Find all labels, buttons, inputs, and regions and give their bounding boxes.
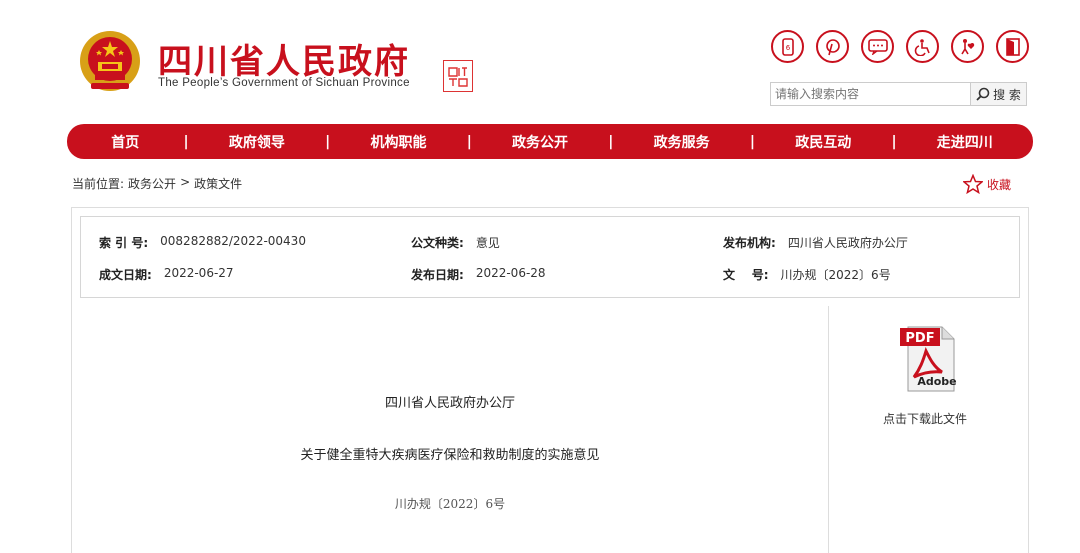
elderly-care-icon[interactable] bbox=[951, 30, 984, 63]
site-header: 四川省人民政府 The People’s Government of Sichu… bbox=[0, 0, 1080, 120]
download-label[interactable]: 点击下载此文件 bbox=[870, 410, 980, 427]
pdf-badge-text: PDF bbox=[905, 331, 934, 346]
meta-published-label: 发布日期: bbox=[411, 268, 464, 282]
search-input[interactable] bbox=[771, 83, 970, 105]
adobe-text: Adobe bbox=[917, 375, 956, 388]
chat-icon[interactable] bbox=[861, 30, 894, 63]
document-number: 川办规〔2022〕6号 bbox=[394, 497, 506, 511]
favorite-button[interactable]: 收藏 bbox=[963, 174, 1011, 194]
search-button-label: 搜 索 bbox=[993, 87, 1021, 102]
mobile-icon[interactable]: 6 bbox=[771, 30, 804, 63]
svg-text:6: 6 bbox=[785, 44, 790, 52]
breadcrumb-link-open-government[interactable]: 政务公开 bbox=[128, 175, 176, 192]
meta-index: 索 引 号: 008282882/2022-00430 bbox=[99, 234, 306, 251]
favorite-label: 收藏 bbox=[987, 177, 1012, 192]
nav-item-interaction[interactable]: 政民互动 bbox=[755, 132, 891, 152]
seal-glyph-icon bbox=[448, 67, 468, 87]
pdf-download-icon[interactable]: PDF Adobe bbox=[880, 325, 970, 397]
meta-published-value: 2022-06-28 bbox=[475, 266, 546, 280]
meta-created: 成文日期: 2022-06-27 bbox=[99, 266, 234, 283]
nav-item-about-sichuan[interactable]: 走进四川 bbox=[897, 132, 1033, 152]
content-divider bbox=[828, 306, 829, 553]
meta-type-label: 公文种类: bbox=[411, 236, 464, 250]
sichuan-seal-logo bbox=[443, 60, 473, 92]
nav-item-services[interactable]: 政务服务 bbox=[613, 132, 749, 152]
meta-docnum: 文 号: 川办规〔2022〕6号 bbox=[723, 266, 891, 283]
search-box: 搜 索 bbox=[770, 82, 1027, 106]
document-org: 四川省人民政府办公厅 bbox=[384, 396, 515, 411]
meta-docnum-label: 文 号: bbox=[723, 268, 769, 282]
meta-published: 发布日期: 2022-06-28 bbox=[411, 266, 546, 283]
breadcrumb-link-policy-documents[interactable]: 政策文件 bbox=[194, 175, 242, 192]
meta-publisher-label: 发布机构: bbox=[723, 236, 776, 250]
meta-created-label: 成文日期: bbox=[99, 268, 152, 282]
breadcrumb-separator: > bbox=[180, 175, 191, 189]
meta-docnum-value: 川办规〔2022〕6号 bbox=[780, 268, 891, 282]
search-button[interactable]: 搜 索 bbox=[970, 83, 1026, 105]
toolbar-icons: 6 bbox=[771, 30, 1029, 63]
exit-icon[interactable] bbox=[996, 30, 1029, 63]
nav-item-home[interactable]: 首页 bbox=[67, 132, 184, 152]
meta-publisher: 发布机构: 四川省人民政府办公厅 bbox=[723, 234, 908, 251]
star-icon bbox=[963, 174, 983, 194]
nav-item-functions[interactable]: 机构职能 bbox=[330, 132, 466, 152]
meta-index-value: 008282882/2022-00430 bbox=[160, 234, 306, 248]
meta-publisher-value: 四川省人民政府办公厅 bbox=[787, 236, 908, 250]
search-icon bbox=[976, 87, 990, 101]
site-title: 四川省人民政府 bbox=[158, 42, 410, 82]
nav-item-leaders[interactable]: 政府领导 bbox=[189, 132, 325, 152]
accessibility-icon[interactable] bbox=[906, 30, 939, 63]
meta-type: 公文种类: 意见 bbox=[411, 234, 500, 251]
meta-index-label: 索 引 号: bbox=[99, 236, 149, 250]
pinterest-icon[interactable] bbox=[816, 30, 849, 63]
site-subtitle: The People’s Government of Sichuan Provi… bbox=[158, 77, 410, 89]
national-emblem-icon bbox=[80, 31, 140, 91]
nav-item-open-government[interactable]: 政务公开 bbox=[472, 132, 608, 152]
document-title: 关于健全重特大疾病医疗保险和救助制度的实施意见 bbox=[300, 448, 600, 463]
main-nav: 首页 | 政府领导 | 机构职能 | 政务公开 | 政务服务 | 政民互动 | … bbox=[67, 124, 1033, 159]
meta-created-value: 2022-06-27 bbox=[163, 266, 234, 280]
document-metadata: 索 引 号: 008282882/2022-00430 公文种类: 意见 发布机… bbox=[80, 216, 1020, 298]
breadcrumb-prefix: 当前位置: bbox=[72, 177, 125, 191]
meta-type-value: 意见 bbox=[475, 236, 500, 250]
breadcrumb: 当前位置: 政务公开 > 政策文件 bbox=[72, 175, 242, 192]
